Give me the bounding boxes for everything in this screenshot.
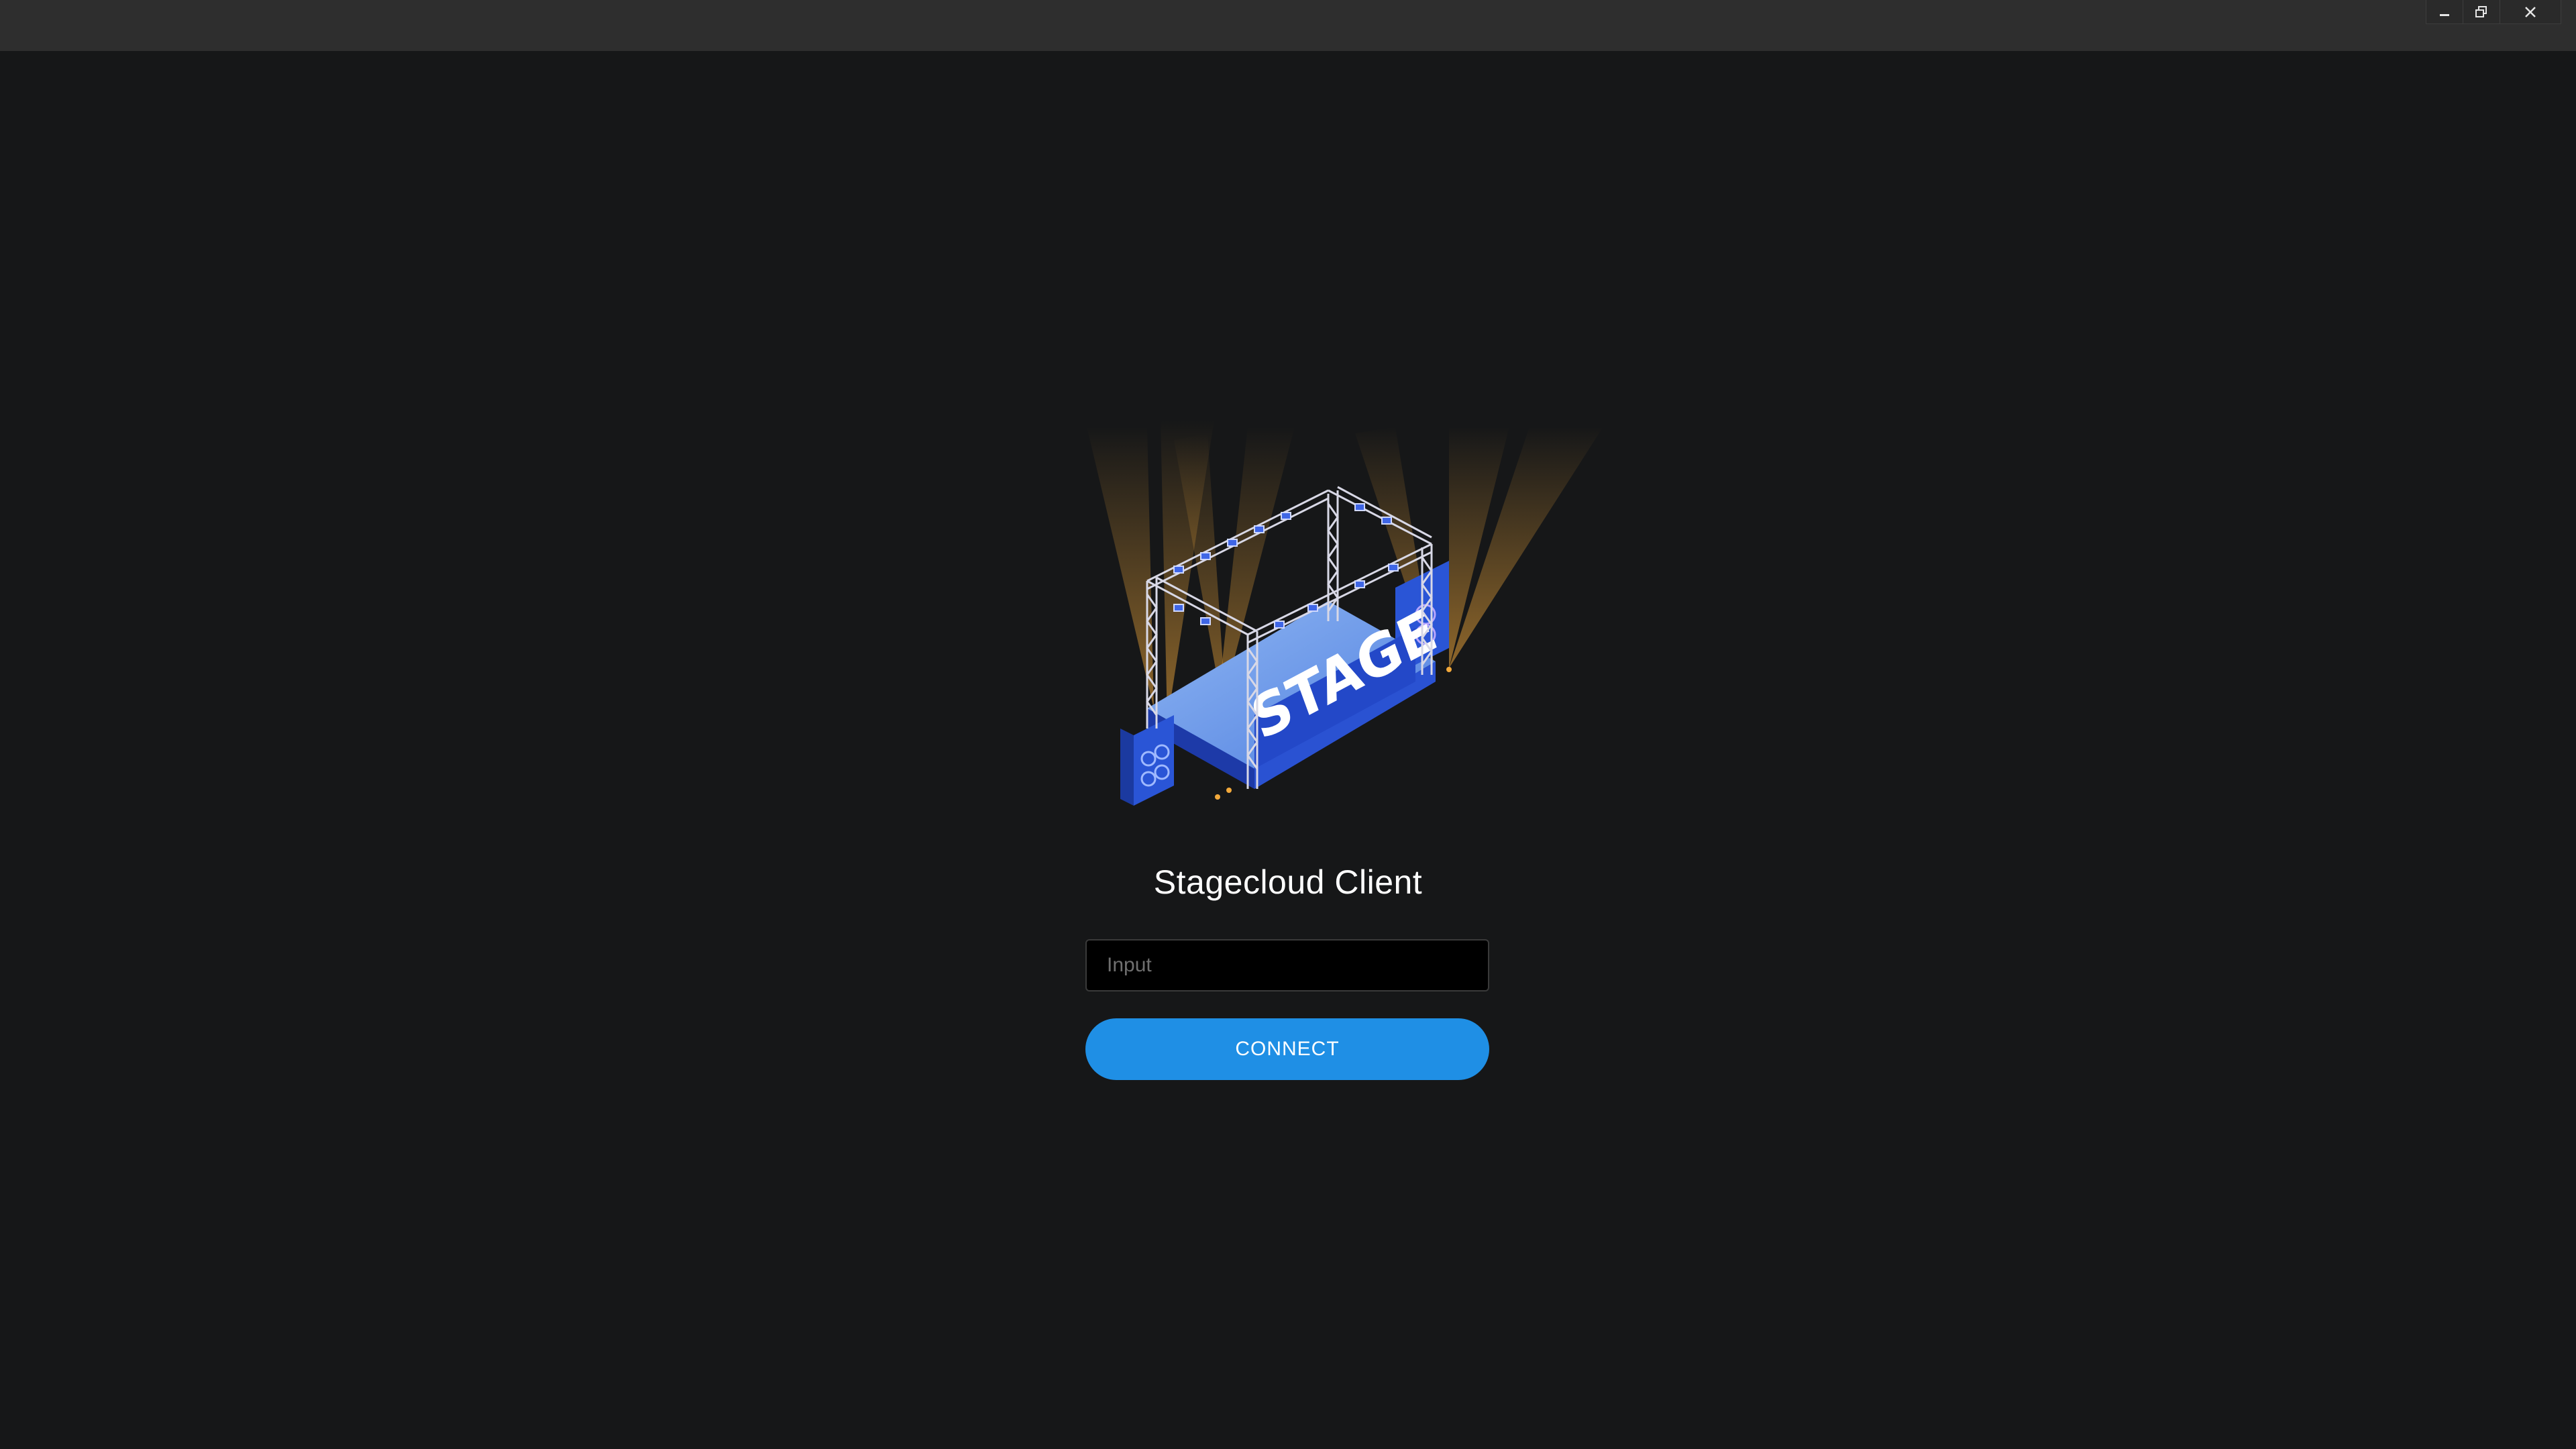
- restore-icon: [2475, 5, 2488, 19]
- minimize-button[interactable]: [2426, 0, 2463, 24]
- connection-input-wrapper: [1085, 939, 1489, 991]
- app-title: Stagecloud Client: [1153, 863, 1423, 901]
- stage-illustration: STAGE: [1087, 420, 1603, 806]
- speaker-left: [1120, 715, 1174, 806]
- connect-button[interactable]: CONNECT: [1085, 1018, 1489, 1080]
- connection-input[interactable]: [1087, 941, 1488, 990]
- restore-button[interactable]: [2463, 0, 2500, 24]
- close-icon: [2524, 6, 2536, 18]
- title-bar: [0, 0, 2576, 51]
- main-content: STAGE Stagecloud Client Input CONNECT: [0, 51, 2576, 1449]
- minimize-icon: [2438, 6, 2451, 18]
- close-button[interactable]: [2500, 0, 2561, 24]
- window-controls: [2426, 0, 2561, 24]
